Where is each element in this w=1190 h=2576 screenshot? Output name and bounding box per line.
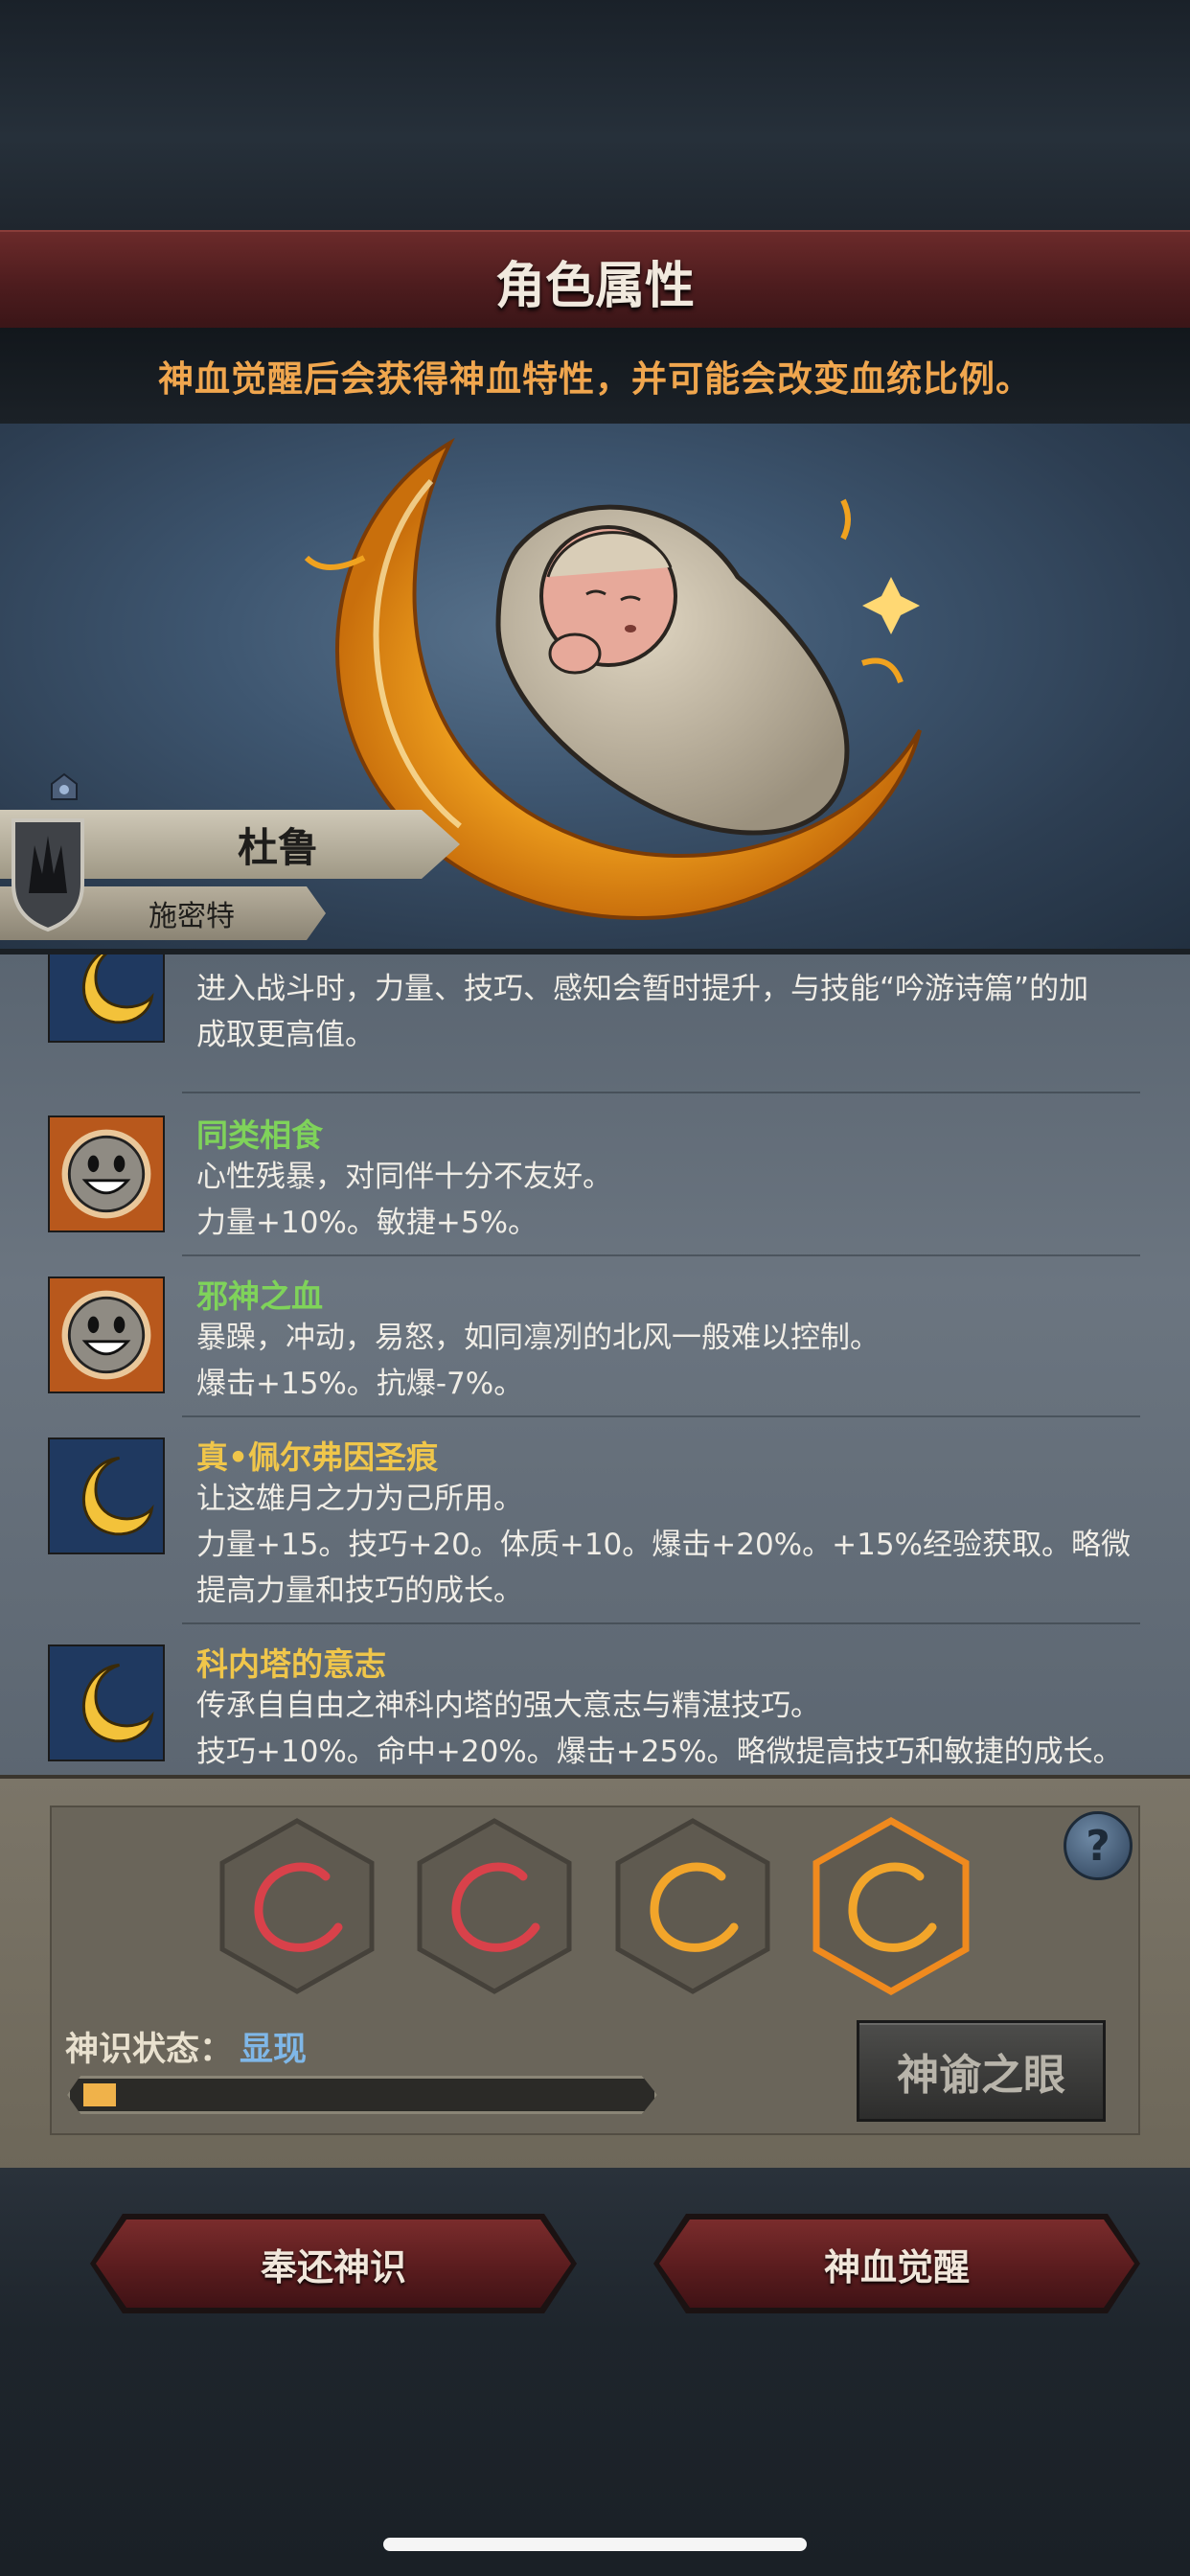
trait-description: 暴躁，冲动，易怒，如同凛冽的北风一般难以控制。: [196, 1321, 880, 1355]
crescent-moon-icon: [48, 954, 165, 1043]
trait-description: 进入战斗时，力量、技巧、感知会暂时提升，与技能“吟游诗篇”的加: [196, 972, 1089, 1006]
trait-name: 科内塔的意志: [196, 1645, 386, 1683]
trait-effect: 提高力量和技巧的成长。: [196, 1574, 523, 1608]
return-divinity-button[interactable]: 奉还神识: [96, 2220, 571, 2308]
trait-description: 让这雄月之力为己所用。: [196, 1482, 523, 1516]
title-bar: 角色属性: [0, 230, 1190, 332]
crescent-moon-icon: [48, 1438, 165, 1554]
help-button[interactable]: ?: [1064, 1811, 1133, 1880]
divinity-status-value: 显现: [240, 2031, 308, 2069]
divinity-slot-2[interactable]: [416, 1817, 573, 1995]
grinning-face-icon: [48, 1276, 165, 1393]
oracle-eye-button[interactable]: 神谕之眼: [857, 2020, 1106, 2122]
blood-awaken-label: 神血觉醒: [823, 2245, 970, 2288]
divider: [182, 1622, 1140, 1624]
character-name: 杜鲁: [237, 823, 318, 871]
notice-bar: 神血觉醒后会获得神血特性，并可能会改变血统比例。: [0, 328, 1190, 424]
trait-description: 传承自自由之神科内塔的强大意志与精湛技巧。: [196, 1689, 820, 1723]
trait-effect: 力量+10%。敏捷+5%。: [196, 1206, 538, 1240]
trait-name: 邪神之血: [196, 1277, 323, 1315]
divinity-slot-1[interactable]: [218, 1817, 376, 1995]
trait-effect: 爆击+15%。抗爆-7%。: [196, 1367, 524, 1401]
faction-shield-icon: [11, 818, 84, 932]
grinning-face-icon: [48, 1116, 165, 1232]
trait-description: 心性残暴，对同伴十分不友好。: [196, 1160, 612, 1194]
notice-text: 神血觉醒后会获得神血特性，并可能会改变血统比例。: [158, 358, 1032, 400]
divinity-status-label: 神识状态：: [65, 2031, 234, 2069]
character-class: 施密特: [149, 900, 235, 933]
page-title: 角色属性: [494, 257, 695, 315]
divider: [182, 1415, 1140, 1417]
divider: [182, 1092, 1140, 1093]
divinity-progress-fill: [83, 2083, 116, 2106]
oracle-eye-label: 神谕之眼: [897, 2051, 1065, 2100]
trait-name: 真•佩尔弗因圣痕: [196, 1438, 439, 1476]
traits-list[interactable]: 进入战斗时，力量、技巧、感知会暂时提升，与技能“吟游诗篇”的加 成取更高值。 同…: [0, 949, 1190, 1781]
divinity-progress-bar: [67, 2076, 657, 2114]
top-backdrop: [0, 0, 1190, 230]
divinity-slot-3[interactable]: [614, 1817, 771, 1995]
trait-effect: 力量+15。技巧+20。体质+10。爆击+20%。+15%经验获取。略微: [196, 1528, 1132, 1562]
home-indicator[interactable]: [383, 2538, 807, 2551]
return-divinity-label: 奉还神识: [260, 2245, 406, 2288]
divider: [182, 1254, 1140, 1256]
crescent-moon-icon: [48, 1644, 165, 1761]
swaddled-baby-art: [495, 504, 850, 836]
blood-awaken-button[interactable]: 神血觉醒: [659, 2220, 1134, 2308]
trait-description: 成取更高值。: [196, 1018, 375, 1052]
divinity-slot-4-selected[interactable]: [812, 1817, 970, 1995]
question-mark-icon: ?: [1086, 1821, 1110, 1871]
trait-effect: 技巧+10%。命中+20%。爆击+25%。略微提高技巧和敏捷的成长。: [196, 1735, 1123, 1769]
rank-icon: [51, 772, 78, 800]
trait-name: 同类相食: [196, 1116, 323, 1154]
